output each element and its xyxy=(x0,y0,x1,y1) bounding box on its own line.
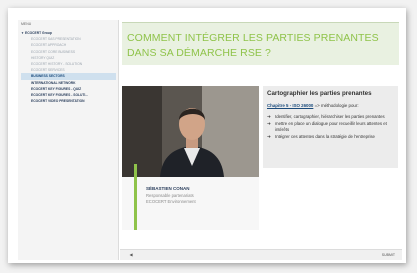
bullet-text: mettre en place un dialogue pour recueil… xyxy=(275,121,387,132)
speaker-card: SÉBASTIEN CONAN Responsable partenariats… xyxy=(122,86,259,230)
panel-reference-text: => méthodologie pour: xyxy=(313,103,359,108)
slide-title-box: COMMENT INTÉGRER LES PARTIES PRENANTES D… xyxy=(122,22,399,65)
menu-list: ▼ECOCERT Group ECOCERT SAS PRESENTATION … xyxy=(21,30,116,104)
panel-reference: Chapitre 5 - ISO 26000 => méthodologie p… xyxy=(267,103,359,108)
list-item: ➔ Intégrer ces attentes dans la stratégie… xyxy=(267,134,395,140)
menu-item[interactable]: ECOCERT VIDEO PRESENTATION xyxy=(21,98,116,104)
slide-content: COMMENT INTÉGRER LES PARTIES PRENANTES D… xyxy=(120,20,402,248)
speaker-photo xyxy=(122,86,259,177)
arrow-right-icon: ➔ xyxy=(267,121,271,126)
submit-button[interactable]: SUBMIT xyxy=(379,251,398,259)
iso-reference-link[interactable]: Chapitre 5 - ISO 26000 xyxy=(267,103,313,108)
slide-title-line-1: COMMENT INTÉGRER LES PARTIES PRENANTES xyxy=(127,32,379,44)
speaker-portrait-image xyxy=(122,86,259,177)
speaker-role: Responsable partenariats xyxy=(146,193,194,198)
info-panel: Cartographier les parties prenantes Chap… xyxy=(263,86,398,168)
course-menu-sidebar: MENU ▼ECOCERT Group ECOCERT SAS PRESENTA… xyxy=(18,20,119,260)
speaker-name: SÉBASTIEN CONAN xyxy=(146,186,190,191)
list-item: ➔ Identifier, cartographier, hiérarchiser… xyxy=(267,114,395,120)
previous-button[interactable]: ◀ xyxy=(126,251,136,259)
arrow-right-icon: ➔ xyxy=(267,134,271,139)
menu-item-label: ECOCERT Group xyxy=(25,31,52,35)
arrow-right-icon: ➔ xyxy=(267,114,271,119)
bullet-list: ➔ Identifier, cartographier, hiérarchiser… xyxy=(267,114,395,141)
slide-title-line-2: DANS SA DÉMARCHE RSE ? xyxy=(127,47,271,59)
accent-bar xyxy=(134,164,137,230)
speaker-organization: ECOCERT Environnement xyxy=(146,199,196,204)
player-footer: ◀ SUBMIT xyxy=(120,249,402,260)
bullet-text: Intégrer ces attentes dans la stratégie … xyxy=(275,134,375,139)
panel-title: Cartographier les parties prenantes xyxy=(267,90,372,97)
list-item: ➔ mettre en place un dialogue pour recuei… xyxy=(267,121,395,133)
bullet-text: Identifier, cartographier, hiérarchiser … xyxy=(275,114,385,119)
menu-label: MENU xyxy=(21,22,32,26)
